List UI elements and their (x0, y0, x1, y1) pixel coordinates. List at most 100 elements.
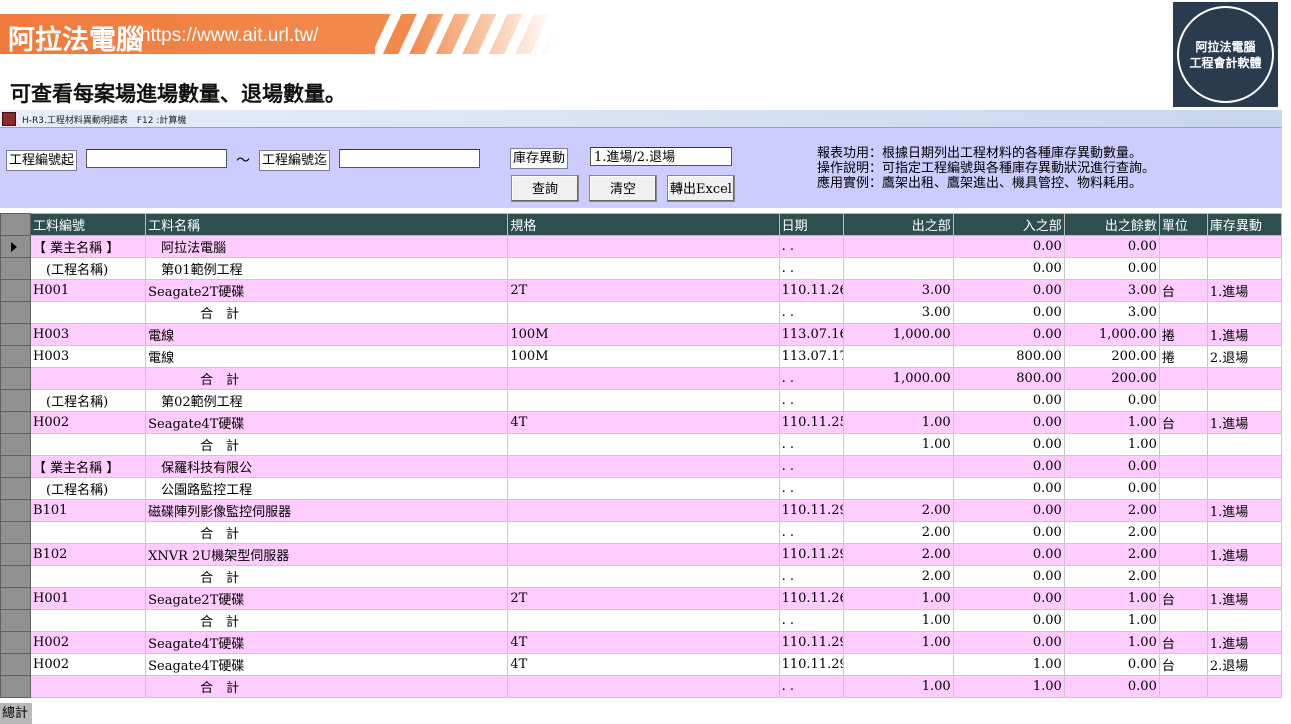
cell-date: 110.11.29 (778, 543, 844, 566)
table-row[interactable]: 合 計 . . 3.00 0.00 3.00 (0, 301, 1283, 324)
col-header-date[interactable]: 日期 (778, 213, 844, 236)
table-row[interactable]: (工程名稱) 公園路監控工程 . . 0.00 0.00 (0, 477, 1283, 500)
table-row[interactable]: H002 Seagate4T硬碟 4T 110.11.25 1.00 0.00 1.00 台 1… (0, 411, 1283, 434)
cell-spec (507, 543, 780, 566)
table-row[interactable]: B102 XNVR 2U機架型伺服器 110.11.29 2.00 0.00 2.00 1.… (0, 543, 1283, 566)
cell-in: 0.00 (952, 455, 1065, 478)
cell-code: H002 (30, 411, 147, 434)
col-header-code[interactable]: 工料編號 (30, 213, 147, 236)
row-indicator[interactable] (0, 455, 32, 478)
banner-stripes (375, 14, 555, 54)
table-row[interactable]: H001 Seagate2T硬碟 2T 110.11.26 3.00 0.00 3.00 台 1… (0, 279, 1283, 302)
cell-date: . . (778, 455, 844, 478)
cell-spec: 4T (507, 653, 780, 676)
code-from-input[interactable] (86, 149, 227, 168)
report-info: 報表功用：根據日期列出工程材料的各種庫存異動數量。 操作說明：可指定工程編號與各… (817, 146, 1155, 191)
material-grid: 工料編號 工料名稱 規格 日期 出之部 入之部 出之餘數 單位 庫存異動 【 業… (0, 213, 1283, 698)
row-indicator[interactable] (0, 433, 32, 456)
query-button[interactable]: 查詢 (511, 175, 579, 202)
row-indicator[interactable] (0, 675, 32, 698)
row-indicator[interactable] (0, 301, 32, 324)
col-header-movement[interactable]: 庫存異動 (1206, 213, 1283, 236)
table-row[interactable]: H003 電線 100M 113.07.17 800.00 200.00 捲 2.退場 (0, 345, 1283, 368)
col-header-spec[interactable]: 規格 (507, 213, 780, 236)
code-to-input[interactable] (339, 149, 480, 168)
col-header-in[interactable]: 入之部 (952, 213, 1065, 236)
table-row[interactable]: 合 計 . . 1.00 1.00 0.00 (0, 675, 1283, 698)
col-header-name[interactable]: 工料名稱 (145, 213, 509, 236)
cell-code: H002 (30, 653, 147, 676)
table-row[interactable]: 合 計 . . 1.00 0.00 1.00 (0, 609, 1283, 632)
table-row[interactable]: H002 Seagate4T硬碟 4T 110.11.29 1.00 0.00 1.00 台 1… (0, 631, 1283, 654)
table-row[interactable]: 合 計 . . 2.00 0.00 2.00 (0, 521, 1283, 544)
row-indicator[interactable] (0, 521, 32, 544)
row-indicator[interactable] (0, 631, 32, 654)
cell-name: 合 計 (145, 367, 509, 390)
cell-spec (507, 477, 780, 500)
table-row[interactable]: H001 Seagate2T硬碟 2T 110.11.26 1.00 0.00 1.00 台 1… (0, 587, 1283, 610)
table-row[interactable]: 合 計 . . 2.00 0.00 2.00 (0, 565, 1283, 588)
inventory-input[interactable]: 1.進場/2.退場 (590, 147, 732, 166)
col-header-balance[interactable]: 出之餘數 (1063, 213, 1160, 236)
row-indicator[interactable] (0, 499, 32, 522)
cell-out: 1.00 (842, 587, 954, 610)
cell-spec (507, 565, 780, 588)
table-row[interactable]: 【 業主名稱 】 阿拉法電腦 . . 0.00 0.00 (0, 235, 1283, 258)
cell-date: . . (778, 433, 844, 456)
row-indicator[interactable] (0, 345, 32, 368)
cell-in: 0.00 (952, 257, 1065, 280)
row-indicator[interactable] (0, 543, 32, 566)
cell-spec: 2T (507, 587, 780, 610)
table-row[interactable]: (工程名稱) 第02範例工程 . . 0.00 0.00 (0, 389, 1283, 412)
row-indicator[interactable] (0, 235, 32, 258)
cell-balance: 1.00 (1063, 609, 1160, 632)
table-row[interactable]: H003 電線 100M 113.07.16 1,000.00 0.00 1,000.00 捲… (0, 323, 1283, 346)
cell-in: 0.00 (952, 433, 1065, 456)
row-indicator[interactable] (0, 609, 32, 632)
cell-spec: 2T (507, 279, 780, 302)
cell-in: 800.00 (952, 367, 1065, 390)
cell-code: B102 (30, 543, 147, 566)
row-indicator[interactable] (0, 587, 32, 610)
cell-in: 0.00 (952, 301, 1065, 324)
clear-button[interactable]: 清空 (589, 175, 657, 202)
row-indicator[interactable] (0, 653, 32, 676)
cell-name: 合 計 (145, 521, 509, 544)
row-indicator[interactable] (0, 565, 32, 588)
row-indicator[interactable] (0, 323, 32, 346)
cell-out (842, 389, 954, 412)
cell-date: 110.11.25 (778, 411, 844, 434)
cell-balance: 2.00 (1063, 543, 1160, 566)
table-row[interactable]: (工程名稱) 第01範例工程 . . 0.00 0.00 (0, 257, 1283, 280)
banner-url[interactable]: https://www.ait.url.tw/ (140, 25, 318, 47)
row-indicator[interactable] (0, 257, 32, 280)
row-indicator[interactable] (0, 477, 32, 500)
cell-name: 阿拉法電腦 (145, 235, 509, 258)
cell-out (842, 653, 954, 676)
info-usage: 操作說明：可指定工程編號與各種庫存異動狀況進行查詢。 (817, 161, 1156, 176)
col-header-unit[interactable]: 單位 (1158, 213, 1208, 236)
row-indicator[interactable] (0, 389, 32, 412)
col-header-out[interactable]: 出之部 (842, 213, 954, 236)
cell-spec (507, 235, 780, 258)
row-indicator[interactable] (0, 411, 32, 434)
table-row[interactable]: 合 計 . . 1,000.00 800.00 200.00 (0, 367, 1283, 390)
cell-code (30, 367, 147, 390)
cell-balance: 0.00 (1063, 675, 1160, 698)
export-excel-button[interactable]: 轉出Excel (667, 175, 735, 202)
cell-unit (1158, 257, 1208, 280)
cell-unit (1158, 543, 1208, 566)
table-row[interactable]: 【 業主名稱 】 保羅科技有限公 . . 0.00 0.00 (0, 455, 1283, 478)
table-row[interactable]: H002 Seagate4T硬碟 4T 110.11.29 1.00 0.00 台 2.退場 (0, 653, 1283, 676)
row-indicator[interactable] (0, 279, 32, 302)
cell-name: Seagate4T硬碟 (145, 411, 509, 434)
table-row[interactable]: 合 計 . . 1.00 0.00 1.00 (0, 433, 1283, 456)
cell-date: . . (778, 301, 844, 324)
row-indicator[interactable] (0, 367, 32, 390)
cell-code: B101 (30, 499, 147, 522)
cell-balance: 0.00 (1063, 455, 1160, 478)
table-row[interactable]: B101 磁碟陣列影像監控伺服器 110.11.29 2.00 0.00 2.00 1.進場 (0, 499, 1283, 522)
cell-balance: 2.00 (1063, 565, 1160, 588)
cell-balance: 1.00 (1063, 587, 1160, 610)
cell-unit (1158, 301, 1208, 324)
